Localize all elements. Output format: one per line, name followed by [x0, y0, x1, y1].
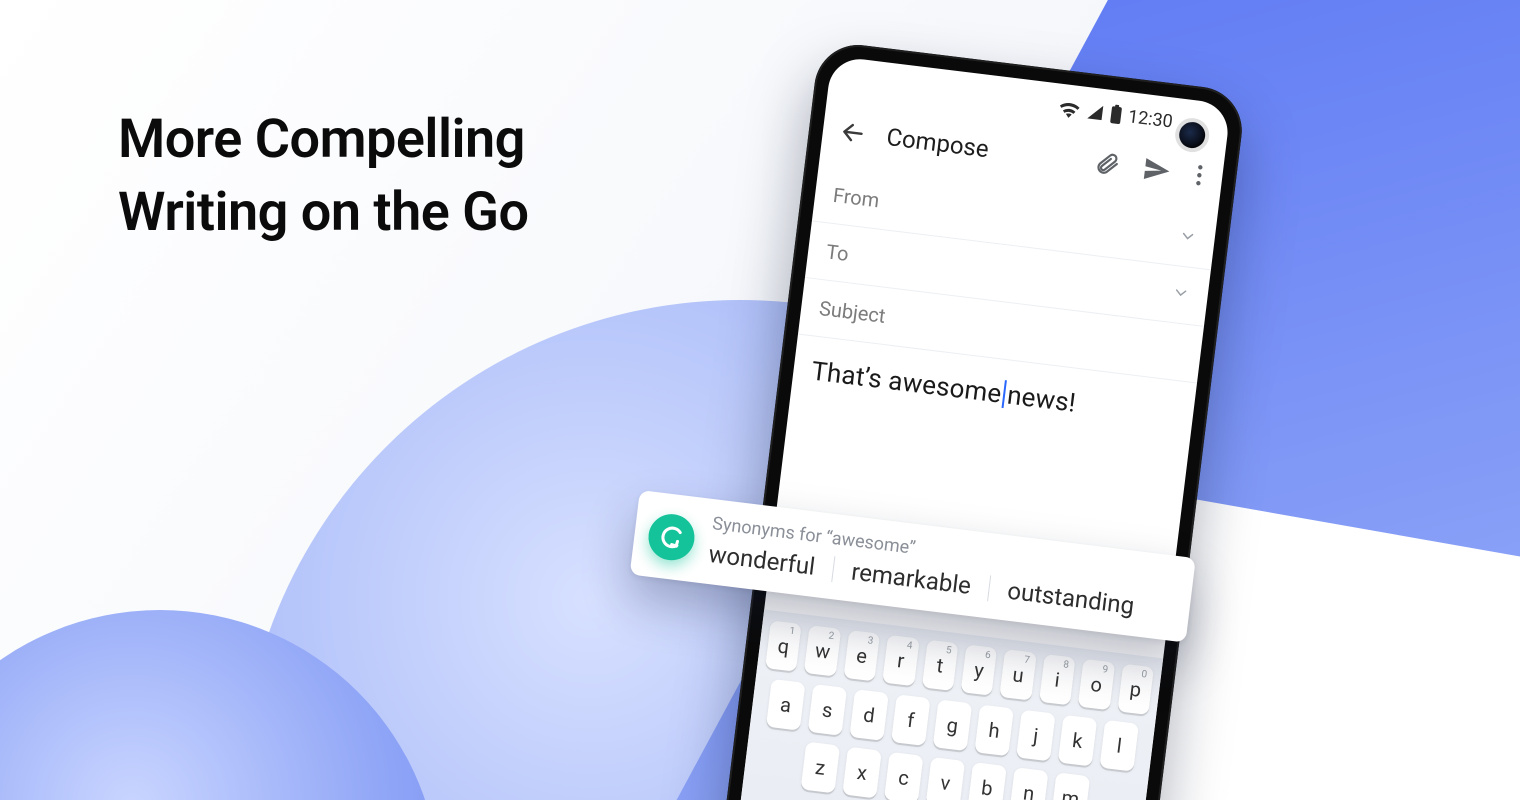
key-u[interactable]: u7	[1000, 649, 1037, 700]
back-icon[interactable]	[835, 115, 871, 151]
attachment-icon[interactable]	[1089, 146, 1125, 182]
keyboard[interactable]: q1w2e3r4t5y6u7i8o9p0 asdfghjkl zxcvbnm	[728, 609, 1163, 800]
key-q[interactable]: q1	[765, 620, 802, 671]
overflow-icon[interactable]	[1188, 158, 1210, 192]
key-e[interactable]: e3	[843, 630, 880, 681]
key-m[interactable]: m	[1051, 772, 1091, 800]
key-b[interactable]: b	[967, 762, 1007, 800]
headline: More Compelling Writing on the Go	[118, 104, 529, 250]
key-l[interactable]: l	[1099, 720, 1139, 772]
compose-fields: From To Subject	[789, 165, 1217, 453]
body-text-after: news!	[1005, 381, 1077, 419]
key-a[interactable]: a	[766, 679, 806, 731]
key-i[interactable]: i8	[1039, 654, 1076, 705]
key-hint: 2	[828, 631, 835, 643]
key-g[interactable]: g	[933, 699, 973, 751]
key-j[interactable]: j	[1016, 710, 1056, 762]
key-hint: 4	[906, 640, 913, 652]
key-hint: 0	[1141, 669, 1148, 681]
wifi-icon	[1058, 99, 1082, 120]
key-s[interactable]: s	[808, 684, 848, 736]
key-n[interactable]: n	[1009, 767, 1049, 800]
key-f[interactable]: f	[891, 694, 931, 746]
key-hint: 7	[1023, 655, 1030, 667]
synonym-option[interactable]: wonderful	[707, 540, 817, 581]
key-h[interactable]: h	[974, 704, 1014, 756]
key-hint: 3	[867, 635, 874, 647]
phone-screen: 12:30 Compose	[728, 56, 1231, 800]
key-hint: 5	[945, 645, 952, 657]
from-label: From	[832, 183, 881, 212]
option-separator	[831, 556, 835, 582]
key-o[interactable]: o9	[1078, 659, 1115, 710]
phone-mockup: 12:30 Compose	[713, 40, 1247, 800]
key-t[interactable]: t5	[921, 640, 958, 691]
key-v[interactable]: v	[926, 757, 966, 800]
send-icon[interactable]	[1139, 152, 1175, 188]
headline-line-1: More Compelling	[118, 104, 529, 177]
subject-label: Subject	[818, 296, 887, 328]
phone-frame: 12:30 Compose	[713, 40, 1247, 800]
key-r[interactable]: r4	[882, 635, 919, 686]
chevron-down-icon	[1170, 282, 1191, 308]
key-hint: 8	[1063, 659, 1070, 671]
key-hint: 6	[984, 650, 991, 662]
battery-icon	[1109, 104, 1123, 125]
key-p[interactable]: p0	[1117, 664, 1154, 715]
body-text-before: That’s awesome	[810, 357, 1003, 410]
option-separator	[987, 575, 991, 601]
suggestion-header-word: “awesome”	[825, 527, 917, 559]
to-label: To	[825, 239, 850, 266]
key-c[interactable]: c	[884, 752, 924, 800]
hero-stage: More Compelling Writing on the Go 12:30	[0, 0, 1520, 800]
key-y[interactable]: y6	[961, 644, 998, 695]
grammarly-icon[interactable]	[646, 511, 697, 562]
key-hint: 9	[1102, 664, 1109, 676]
key-hint: 1	[789, 626, 796, 638]
key-d[interactable]: d	[849, 689, 889, 741]
key-k[interactable]: k	[1058, 715, 1098, 767]
compose-title: Compose	[885, 123, 1075, 174]
key-w[interactable]: w2	[804, 625, 841, 676]
chevron-down-icon	[1177, 225, 1198, 251]
headline-line-2: Writing on the Go	[118, 177, 529, 250]
key-z[interactable]: z	[801, 742, 841, 794]
key-x[interactable]: x	[842, 747, 882, 799]
status-time: 12:30	[1127, 106, 1174, 132]
signal-icon	[1085, 102, 1105, 122]
